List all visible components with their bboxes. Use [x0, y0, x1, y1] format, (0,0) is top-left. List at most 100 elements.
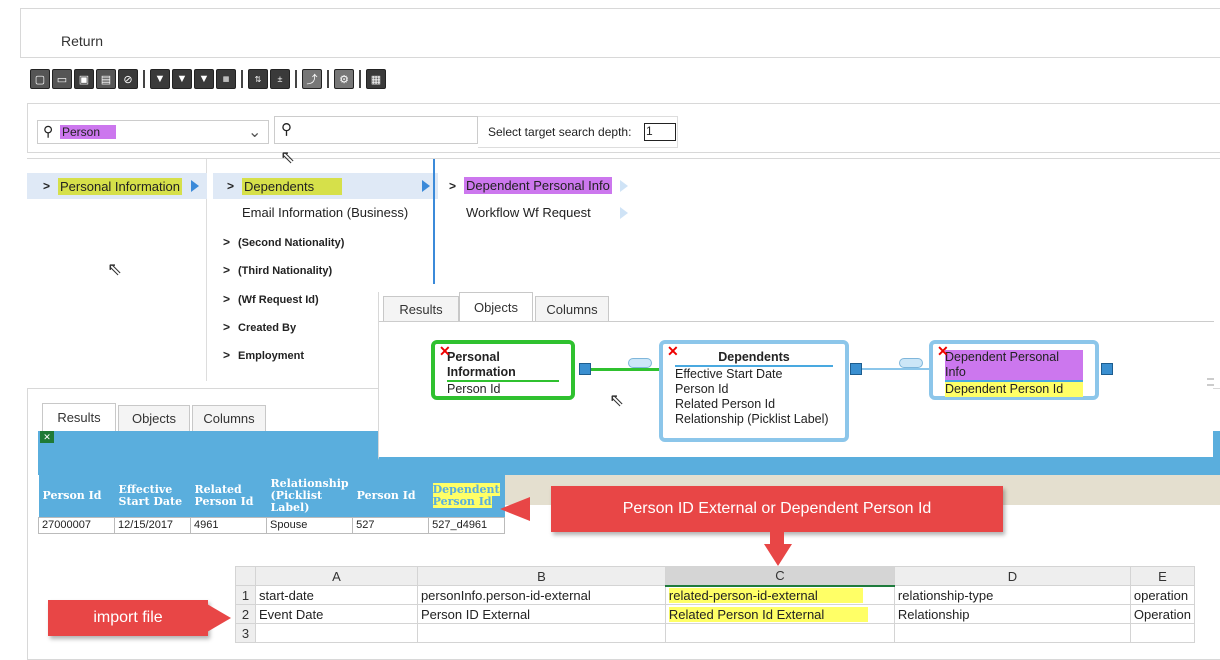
column-header[interactable]: C [664, 566, 895, 587]
spreadsheet-cell-highlighted[interactable]: related-person-id-external [664, 585, 895, 605]
tree-item-email-information[interactable]: Email Information (Business) [242, 205, 408, 220]
join-icon[interactable] [850, 363, 862, 375]
scrollbar-track[interactable] [433, 159, 435, 284]
connector-line [591, 368, 661, 371]
link-toggle-icon[interactable] [628, 358, 652, 368]
table-cell: 27000007 [38, 516, 115, 534]
column-header[interactable]: Effective Start Date [114, 475, 191, 517]
spreadsheet-cell[interactable]: relationship-type [893, 585, 1131, 605]
column-header[interactable]: Person Id [352, 475, 429, 517]
remove-icon[interactable]: ✕ [439, 344, 451, 359]
spreadsheet-cell[interactable]: Person ID External [416, 604, 666, 624]
spreadsheet-row: 2 Event Date Person ID External Related … [235, 604, 1195, 624]
join-icon[interactable] [1101, 363, 1113, 375]
tab-objects[interactable]: Objects [459, 292, 533, 322]
tree-item-created-by[interactable]: > Created By [223, 320, 296, 334]
entity-select[interactable]: ⚲ Person ⌄ [37, 120, 269, 144]
settings-icon[interactable]: ⚙ [334, 69, 354, 89]
remove-icon[interactable]: ✕ [667, 344, 679, 359]
tab-objects[interactable]: Objects [118, 405, 190, 431]
spreadsheet-cell[interactable] [416, 623, 666, 643]
objects-diagram-panel: Results Objects Columns ✕ Personal Infor… [378, 292, 1214, 460]
open-icon[interactable]: ▭ [52, 69, 72, 89]
tab-results[interactable]: Results [42, 403, 116, 431]
tab-columns[interactable]: Columns [535, 296, 609, 322]
row-number[interactable]: 2 [235, 604, 256, 624]
filter-help-icon[interactable]: ▼ [194, 69, 214, 89]
tab-results[interactable]: Results [383, 296, 459, 322]
panel-resize-handle[interactable] [1207, 378, 1214, 386]
cancel-icon[interactable]: ⊘ [118, 69, 138, 89]
excel-export-icon[interactable]: ✕ [40, 431, 54, 443]
diagram-node-personal-information[interactable]: ✕ Personal Information Person Id [431, 340, 575, 400]
tree-item-third-nationality[interactable]: > (Third Nationality) [223, 263, 332, 277]
node-field: Dependent Person Id [945, 382, 1083, 397]
chevron-right-icon: > [223, 292, 231, 306]
cell-text: related-person-id-external [668, 587, 863, 603]
spreadsheet-cell[interactable]: Operation [1129, 604, 1195, 624]
join-icon[interactable] [579, 363, 591, 375]
node-field: Person Id [675, 382, 729, 396]
depth-label: Select target search depth: [488, 125, 632, 139]
return-link[interactable]: Return [61, 33, 103, 49]
spreadsheet-cell[interactable]: start-date [254, 585, 418, 605]
spreadsheet-cell[interactable]: Event Date [254, 604, 418, 624]
column-header[interactable]: Related Person Id [190, 475, 267, 517]
spreadsheet-cell[interactable] [664, 623, 895, 643]
query-icon[interactable]: ▦ [216, 69, 236, 89]
table-row[interactable]: 27000007 12/15/2017 4961 Spouse 527 527_… [38, 516, 506, 534]
tab-columns[interactable]: Columns [192, 405, 266, 431]
spreadsheet-row: 3 [235, 623, 1195, 643]
filter-icon[interactable]: ▼ [150, 69, 170, 89]
new-icon[interactable]: ▢ [30, 69, 50, 89]
tree-item-employment[interactable]: > Employment [223, 348, 304, 362]
link-toggle-icon[interactable] [899, 358, 923, 368]
spreadsheet-cell-highlighted[interactable]: Related Person Id External [664, 604, 895, 624]
tree-item-second-nationality[interactable]: > (Second Nationality) [223, 235, 344, 249]
tree-item-label: (Second Nationality) [238, 237, 345, 249]
tree-item-label: Dependents [242, 177, 343, 195]
spreadsheet-cell[interactable]: personInfo.person-id-external [416, 585, 666, 605]
schedule-icon[interactable]: ▦ [366, 69, 386, 89]
tree-item-label: Personal Information [58, 177, 182, 195]
column-header-label: Dependent Person Id [432, 482, 500, 508]
spreadsheet-cell[interactable]: operation [1129, 585, 1195, 605]
column-header-highlighted[interactable]: Dependent Person Id [428, 475, 505, 517]
node-title: Dependent Personal Info [945, 350, 1083, 382]
column-header[interactable]: D [893, 566, 1131, 586]
spreadsheet-cell[interactable] [254, 623, 418, 643]
search-panel: ⚲ Person ⌄ ⚲ Select target search depth:… [27, 103, 1220, 153]
column-header[interactable]: Relationship (Picklist Label) [266, 475, 353, 517]
tree-item-personal-information[interactable]: > Personal Information [27, 173, 207, 199]
row-number[interactable]: 3 [235, 623, 256, 643]
filter-settings-icon[interactable]: ▼ [172, 69, 192, 89]
spreadsheet-header-row: A B C D E [235, 566, 1195, 587]
tree-item-dependent-personal-info[interactable]: > Dependent Personal Info [449, 177, 612, 194]
diagram-node-dependents[interactable]: ✕ Dependents Effective Start Date Person… [659, 340, 849, 442]
row-number[interactable]: 1 [235, 585, 256, 605]
column-header[interactable]: A [254, 566, 418, 586]
sort-az-icon[interactable]: ⇅ [248, 69, 268, 89]
depth-input[interactable]: 1 [644, 123, 676, 141]
spreadsheet-cell[interactable] [893, 623, 1131, 643]
save-icon[interactable]: ▣ [74, 69, 94, 89]
spreadsheet-cell[interactable]: Relationship [893, 604, 1131, 624]
save-as-icon[interactable]: ▤ [96, 69, 116, 89]
tree-item-wf-request-id[interactable]: > (Wf Request Id) [223, 292, 319, 306]
remove-icon[interactable]: ✕ [937, 344, 949, 359]
field-search-input[interactable]: ⚲ [274, 116, 478, 144]
export-icon[interactable]: ⤴ [302, 69, 322, 89]
node-field: Related Person Id [675, 397, 776, 411]
column-header[interactable]: E [1129, 566, 1195, 586]
column-header[interactable]: Person Id [38, 475, 115, 517]
calculator-icon[interactable]: ± [270, 69, 290, 89]
spreadsheet-cell[interactable] [1129, 623, 1195, 643]
select-all-cell[interactable] [235, 566, 256, 586]
tree-item-dependents[interactable]: > Dependents [213, 173, 438, 199]
table-cell: Spouse [265, 516, 354, 534]
tree-item-label: Created By [238, 322, 297, 334]
column-header[interactable]: B [416, 566, 666, 586]
diagram-node-dependent-personal-info[interactable]: ✕ Dependent Personal Info Dependent Pers… [929, 340, 1099, 400]
tree-item-workflow-wf-request[interactable]: Workflow Wf Request [466, 205, 591, 220]
results-table-wrap: Person Id Effective Start Date Related P… [38, 475, 506, 534]
